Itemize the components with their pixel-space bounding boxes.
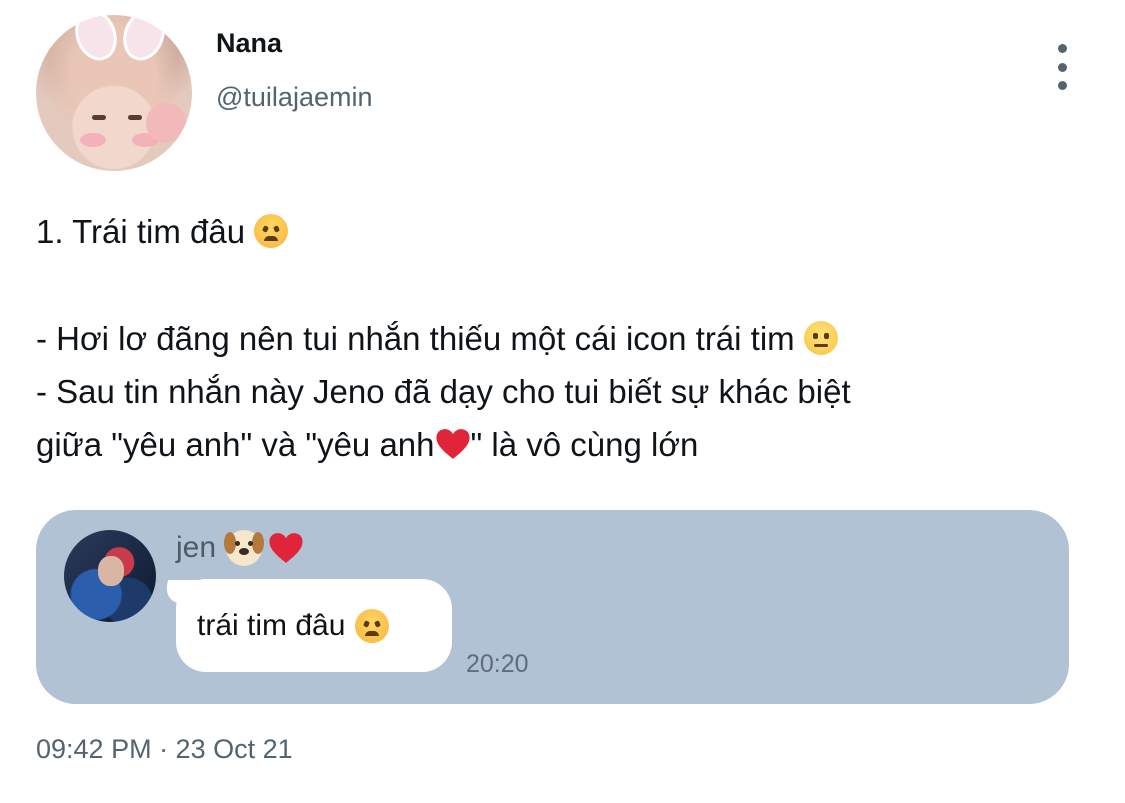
tweet-line-text: " là vô cùng lớn: [470, 426, 699, 463]
angry-face-emoji: [254, 214, 289, 248]
more-dot: [1057, 81, 1067, 90]
tweet-timestamp[interactable]: 09:42 PM · 23 Oct 21: [36, 734, 293, 765]
author-name[interactable]: Nana: [216, 28, 282, 59]
chat-screenshot[interactable]: jen trái tim đâu 20:20: [36, 510, 1069, 704]
red-heart-emoji: [435, 428, 471, 460]
tweet-line-text: - Hơi lơ đãng nên tui nhắn thiếu một cái…: [36, 320, 795, 357]
dog-face-emoji: [224, 530, 265, 566]
tweet-line: giữa "yêu anh" và "yêu anh " là vô cùng l…: [36, 418, 1096, 471]
message-text: trái tim đâu: [197, 608, 346, 642]
tweet-line-text: 1. Trái tim đâu: [36, 213, 246, 250]
more-vertical-icon[interactable]: [1046, 44, 1078, 90]
tweet-line: - Hơi lơ đãng nên tui nhắn thiếu một cái…: [36, 312, 1096, 365]
bunny-ear: [68, 15, 124, 67]
avatar-eye: [128, 115, 142, 120]
avatar-eye: [92, 115, 106, 120]
bunny-ear: [116, 15, 172, 67]
neutral-face-emoji: [803, 321, 838, 355]
tweet-text: 1. Trái tim đâu - Hơi lơ đãng nên tui nh…: [36, 205, 1096, 471]
author-avatar[interactable]: [36, 15, 192, 171]
message-bubble: trái tim đâu: [176, 579, 452, 672]
sender-avatar: [64, 530, 156, 622]
message-time: 20:20: [466, 650, 529, 678]
tweet-line: - Sau tin nhắn này Jeno đã dạy cho tui b…: [36, 365, 1096, 418]
more-dot: [1057, 62, 1067, 72]
avatar-blush: [80, 133, 106, 147]
sender-name: jen: [176, 531, 217, 564]
tweet-line-text: - Sau tin nhắn này Jeno đã dạy cho tui b…: [36, 373, 851, 410]
more-dot: [1057, 44, 1067, 53]
tweet-line-text: giữa "yêu anh" và "yêu anh: [36, 426, 435, 463]
avatar-hand: [146, 103, 186, 143]
angry-face-emoji: [355, 608, 390, 643]
author-handle[interactable]: @tuilajaemin: [216, 82, 372, 113]
tweet-line: 1. Trái tim đâu: [36, 205, 1096, 258]
red-heart-emoji: [268, 532, 304, 564]
sender-row: jen: [176, 530, 304, 566]
